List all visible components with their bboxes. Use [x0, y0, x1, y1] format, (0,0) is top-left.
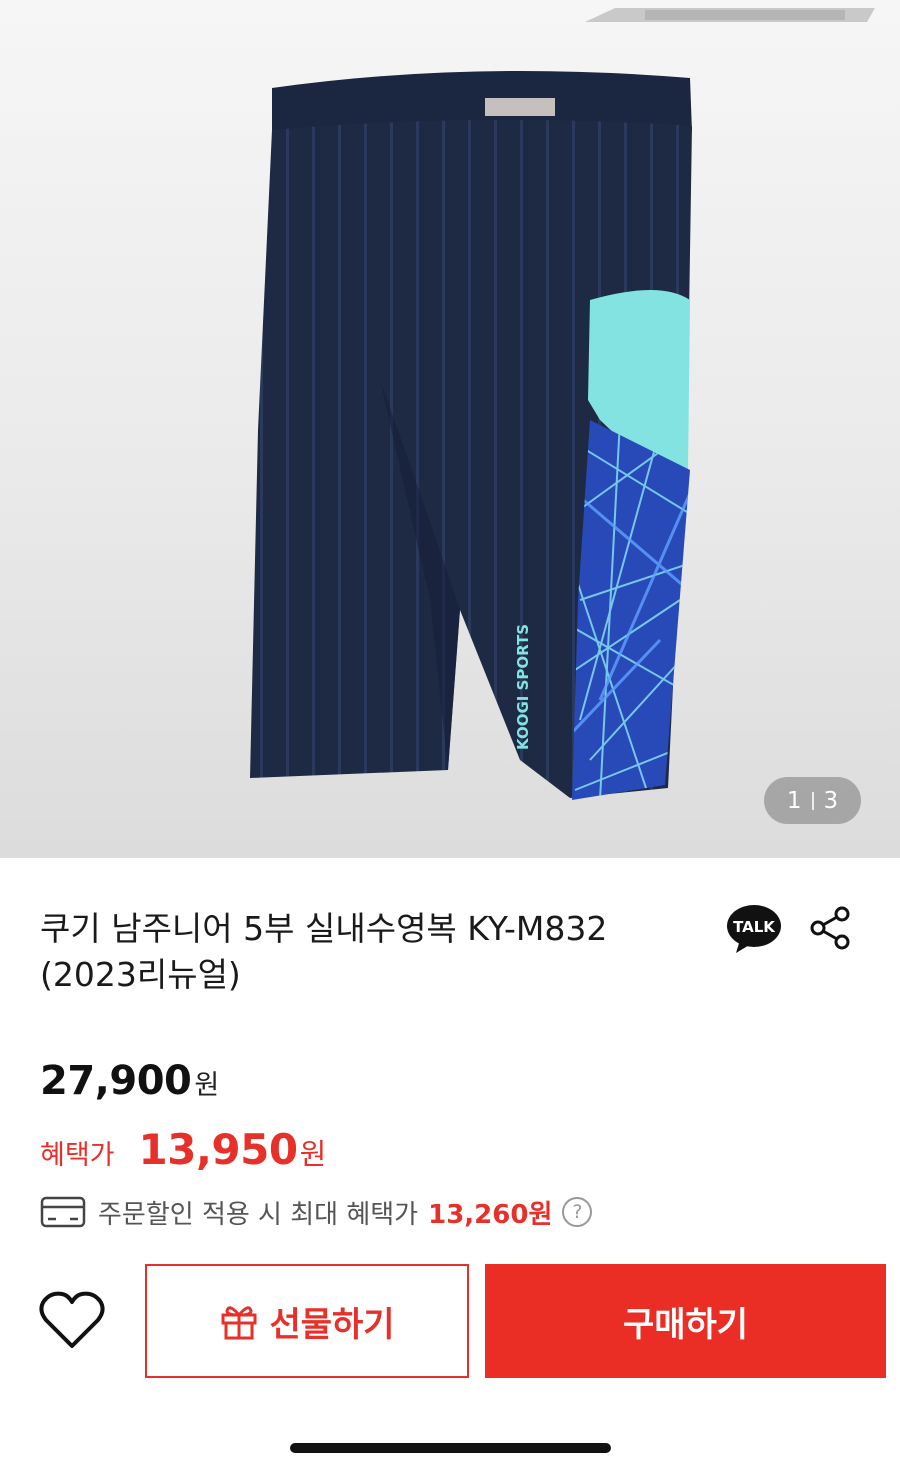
max-benefit-amount: 13,260원	[428, 1199, 553, 1230]
original-price: 27,900 원	[40, 1058, 219, 1104]
benefit-price-currency: 원	[299, 1137, 327, 1171]
kakao-talk-icon[interactable]: TALK	[726, 904, 782, 954]
max-benefit-info: 주문할인 적용 시 최대 혜택가 13,260원 ?	[40, 1192, 593, 1232]
home-indicator[interactable]	[290, 1443, 611, 1453]
share-icon[interactable]	[808, 906, 852, 950]
product-photo: KOOGI SPORTS	[250, 70, 692, 800]
product-print-text: KOOGI SPORTS	[514, 624, 532, 750]
gift-icon	[221, 1306, 257, 1340]
talk-label: TALK	[733, 918, 776, 936]
benefit-price-label: 혜택가	[40, 1140, 115, 1171]
counter-separator	[811, 791, 814, 810]
help-icon[interactable]: ?	[562, 1197, 593, 1227]
original-price-currency: 원	[194, 1070, 220, 1101]
max-benefit-text: 주문할인 적용 시 최대 혜택가	[98, 1199, 419, 1230]
benefit-price: 혜택가 13,950 원	[40, 1125, 326, 1174]
gallery-counter: 1 3	[764, 777, 861, 824]
product-title-line2: (2023리뉴얼)	[40, 955, 241, 994]
gift-button-label: 선물하기	[269, 1304, 395, 1345]
gallery-current: 1	[786, 787, 802, 814]
buy-button-label: 구매하기	[622, 1304, 749, 1345]
gallery-total: 3	[823, 787, 839, 814]
product-title-line1: 쿠기 남주니어 5부 실내수영복 KY-M832	[40, 909, 608, 948]
product-image-gallery[interactable]: KOOGI SPORTS 1 3	[0, 0, 900, 858]
heart-icon[interactable]	[38, 1290, 106, 1352]
gift-button[interactable]: 선물하기	[145, 1264, 469, 1378]
card-icon	[40, 1196, 86, 1228]
original-price-value: 27,900	[40, 1058, 192, 1104]
buy-button[interactable]: 구매하기	[485, 1264, 886, 1378]
benefit-price-value: 13,950	[138, 1125, 299, 1174]
product-title: 쿠기 남주니어 5부 실내수영복 KY-M832 (2023리뉴얼)	[40, 906, 710, 998]
